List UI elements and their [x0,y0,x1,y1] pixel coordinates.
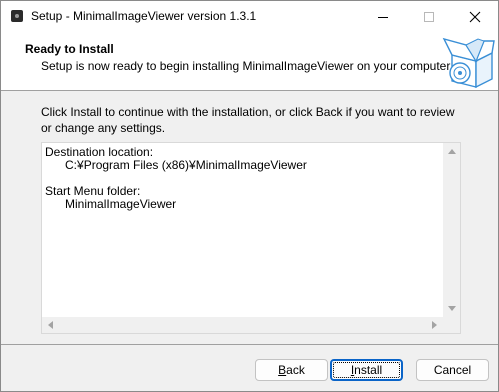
instructions-text: Click Install to continue with the insta… [41,105,455,135]
maximize-icon [424,11,434,22]
horizontal-scrollbar[interactable] [42,317,443,333]
title-bar[interactable]: Setup - MinimalImageViewer version 1.3.1 [1,1,498,32]
scroll-down-icon[interactable] [448,306,456,311]
close-icon [469,11,481,22]
scrollbar-corner [443,317,460,333]
footer-divider [1,344,498,345]
cancel-button[interactable]: Cancel [416,359,489,381]
page-title: Ready to Install [25,42,114,56]
wizard-header: Ready to Install Setup is now ready to b… [1,32,498,91]
maximize-button [406,1,452,32]
memo-content: Destination location: C:¥Program Files (… [45,146,307,211]
page-subtitle: Setup is now ready to begin installing M… [41,59,453,73]
back-button[interactable]: Back [255,359,328,381]
scroll-right-icon[interactable] [432,321,437,329]
start-menu-value: MinimalImageViewer [65,197,177,211]
window-title: Setup - MinimalImageViewer version 1.3.1 [31,9,257,23]
install-accelerator: I [350,363,355,377]
ready-memo[interactable]: Destination location: C:¥Program Files (… [41,142,461,334]
start-menu-label: Start Menu folder: [45,184,141,198]
minimize-button[interactable] [360,1,406,32]
destination-label: Destination location: [45,145,154,159]
scroll-left-icon[interactable] [48,321,53,329]
setup-window: Setup - MinimalImageViewer version 1.3.1… [0,0,499,392]
software-box-icon [442,37,495,89]
install-button[interactable]: Install [330,359,403,381]
minimize-icon [378,16,388,18]
back-accelerator: B [278,363,287,377]
close-button[interactable] [452,1,498,32]
install-label: nstall [354,363,383,377]
back-label: ack [286,363,305,377]
vertical-scrollbar[interactable] [443,143,460,317]
scroll-up-icon[interactable] [448,149,456,154]
destination-value: C:¥Program Files (x86)¥MinimalImageViewe… [65,158,307,172]
app-icon [11,10,23,22]
